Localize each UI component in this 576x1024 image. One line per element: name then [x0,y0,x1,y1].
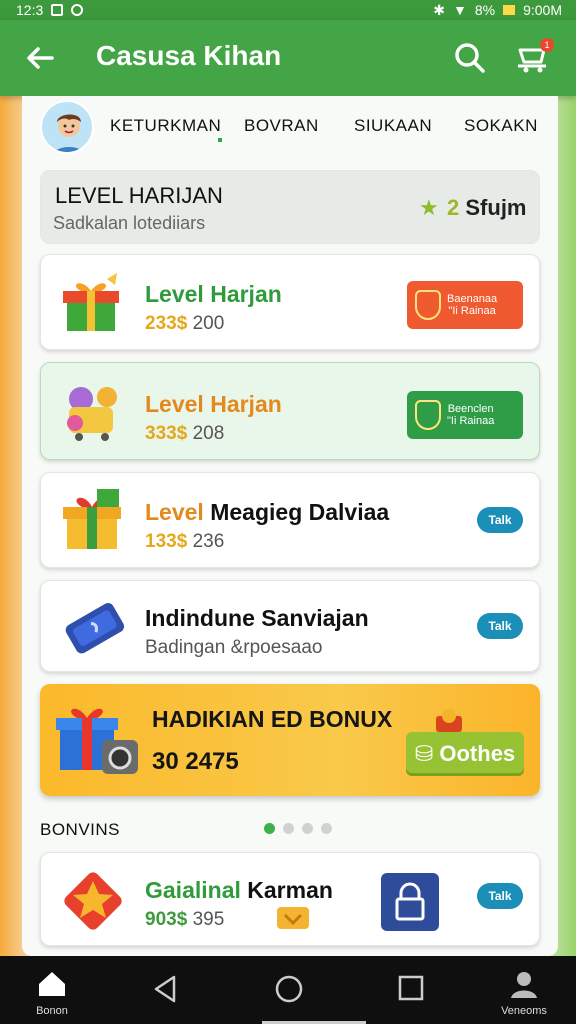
header-title: LEVEL HARIJAN [55,183,223,208]
tab-indicator [218,138,222,142]
app-title: Casusa Kihan [96,40,282,71]
item-price: 903$ 395 [145,909,225,930]
home-icon [39,972,65,996]
person-icon [511,972,537,998]
list-item[interactable]: Gaialinal Karman 903$ 395 Talk [40,852,540,946]
section-label: BONVINS [40,820,121,839]
wifi-icon: ▼ [452,2,467,18]
nav-home-label: Bonon [36,1005,68,1017]
bonus-card[interactable]: HADIKIAN ED BONUX 30 2475 ⛁ Oothes [40,684,540,796]
star-badge-icon [64,872,122,930]
talk-button[interactable]: Talk [477,507,523,533]
item-price: 233$ 200 [145,313,225,334]
status-bar: 12:3 ✱ ▼ 8% 9:00M [0,0,576,20]
lock-box-icon[interactable] [381,873,439,931]
app-bar: Casusa Kihan 1 [0,20,576,96]
card-icon [65,603,125,654]
pager-dots[interactable] [264,823,332,834]
battery-percent: 8% [474,2,496,18]
item-price: 333$ 208 [145,423,225,444]
treasure-icon [436,709,462,732]
tab-bar: KETURKMAN BOVRAN SIUKAAN SOKAKN [40,96,540,156]
battery-icon [503,5,516,15]
cart-badge: 1 [540,38,554,52]
item-title: Level Meagieg Dalviaa [145,499,390,525]
list-item[interactable]: Indindune Sanviajan Badingan &rpoesaao T… [40,580,540,672]
list-item[interactable]: Level Harjan 233$ 200 Baenanaa "Ii Rainaa [40,254,540,350]
system-back-icon[interactable] [152,974,180,1004]
sync-icon [71,4,84,16]
gift-icon [63,489,121,549]
trophy-icon [415,400,441,430]
shield-icon [415,290,441,320]
header-subtitle: Sadkalan lotediiars [53,213,206,233]
gift-box-icon [63,273,119,331]
system-recents-icon[interactable] [398,975,424,1001]
cart-button[interactable]: 1 [514,38,554,76]
item-title: Level Harjan [145,391,282,417]
pager-dot[interactable] [302,823,313,834]
talk-button[interactable]: Talk [477,883,523,909]
star-icon: ★ [419,195,439,220]
avatar[interactable] [40,100,94,154]
status-time-left: 12:3 [16,2,44,18]
search-icon[interactable] [452,40,488,76]
item-title: Gaialinal Karman [145,877,333,903]
bluetooth-icon: ✱ [433,1,445,18]
item-subtitle: Badingan &rpoesaao [145,637,323,658]
tab-sokakn[interactable]: SOKAKN [464,116,538,136]
tab-keturkman[interactable]: KETURKMAN [110,116,221,136]
bonus-claim-button[interactable]: ⛁ Oothes [406,732,524,776]
bonus-value: 30 2475 [152,748,239,775]
back-arrow-icon[interactable] [24,42,56,74]
nav-profile[interactable]: Veneoms [494,970,554,1017]
coin-icon: ⛁ [414,741,434,766]
item-title: Level Harjan [145,281,282,307]
list-item[interactable]: Level Harjan 333$ 208 Beenclen "Ii Rainaa [40,362,540,460]
bottom-navigation: Bonon Veneoms [0,956,576,1024]
item-title: Indindune Sanviajan [145,605,369,631]
notification-icon [51,4,64,16]
nav-home[interactable]: Bonon [26,970,78,1017]
status-time-right: 9:00M [523,2,562,18]
header-count: 2 Sfujm [447,195,527,220]
pager-dot[interactable] [321,823,332,834]
chest-icon [277,907,309,929]
talk-button[interactable]: Talk [477,613,523,639]
item-price: 133$ 236 [145,531,225,552]
claim-button[interactable]: Beenclen "Ii Rainaa [407,391,523,439]
claim-button[interactable]: Baenanaa "Ii Rainaa [407,281,523,329]
tab-siukaan[interactable]: SIUKAAN [354,116,432,136]
pager-dot[interactable] [283,823,294,834]
gift-camera-icon [56,708,138,774]
list-item[interactable]: Level Meagieg Dalviaa 133$ 236 Talk [40,472,540,568]
pager-dot-active[interactable] [264,823,275,834]
tab-bovran[interactable]: BOVRAN [244,116,319,136]
bonus-title: HADIKIAN ED BONUX [152,706,393,732]
nav-profile-label: Veneoms [501,1005,547,1017]
system-home-icon[interactable] [274,974,304,1004]
toy-basket-icon [67,387,117,441]
level-header-card: LEVEL HARIJAN Sadkalan lotediiars ★ 2 Sf… [40,170,540,244]
